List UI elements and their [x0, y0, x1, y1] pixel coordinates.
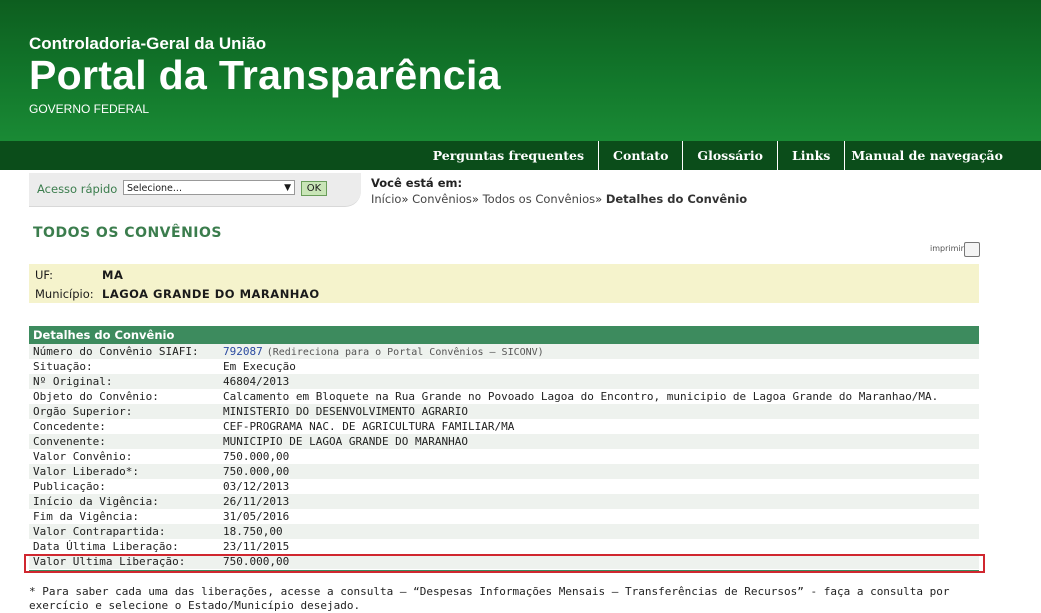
- table-row: Situação: Em Execução: [29, 359, 979, 374]
- table-row: Valor Convênio: 750.000,00: [29, 449, 979, 464]
- table-row: Publicação: 03/12/2013: [29, 479, 979, 494]
- detail-value: Calcamento em Bloquete na Rua Grande no …: [223, 390, 939, 403]
- table-row: Início da Vigência: 26/11/2013: [29, 494, 979, 509]
- breadcrumb-item-todos[interactable]: Todos os Convênios: [483, 192, 596, 206]
- nav-links[interactable]: Links: [777, 141, 844, 170]
- detail-label: Orgão Superior:: [33, 405, 133, 418]
- print-link[interactable]: imprimir: [930, 242, 980, 257]
- nav-contact[interactable]: Contato: [598, 141, 682, 170]
- quick-access-panel: Acesso rápido Selecione... ▼ OK: [29, 173, 361, 207]
- detail-value: 750.000,00: [223, 450, 290, 463]
- detail-value: 31/05/2016: [223, 510, 290, 523]
- detail-label: Valor Contrapartida:: [33, 525, 166, 538]
- detail-value: 03/12/2013: [223, 480, 290, 493]
- location-box: UF: MA Município: LAGOA GRANDE DO MARANHAO: [29, 264, 979, 303]
- nav-glossary[interactable]: Glossário: [682, 141, 777, 170]
- table-row: Nº Original: 46804/2013: [29, 374, 979, 389]
- detail-label: Objeto do Convênio:: [33, 390, 159, 403]
- details-header: Detalhes do Convênio: [29, 326, 979, 344]
- detail-value: 46804/2013: [223, 375, 290, 388]
- detail-label: Convenente:: [33, 435, 106, 448]
- detail-value: 792087 (Redireciona para o Portal Convêni…: [223, 344, 544, 359]
- detail-value: CEF-PROGRAMA NAC. DE AGRICULTURA FAMILIA…: [223, 420, 515, 433]
- org-name: Controladoria-Geral da União: [29, 34, 267, 53]
- uf-value: MA: [102, 268, 124, 282]
- breadcrumb-current: Detalhes do Convênio: [605, 192, 748, 206]
- table-row: Data Última Liberação: 23/11/2015: [29, 539, 979, 554]
- dropdown-arrow-icon: ▼: [284, 183, 291, 193]
- detail-label: Valor Liberado*:: [33, 465, 139, 478]
- top-nav: Perguntas frequentes Contato Glossário L…: [0, 141, 1041, 170]
- breadcrumb: Você está em: Início» Convênios» Todos o…: [371, 176, 748, 206]
- table-row: Concedente: CEF-PROGRAMA NAC. DE AGRICULT…: [29, 419, 979, 434]
- convenio-number-link[interactable]: 792087: [223, 345, 263, 358]
- table-row: Fim da Vigência: 31/05/2016: [29, 509, 979, 524]
- table-row: Valor Liberado*: 750.000,00: [29, 464, 979, 479]
- table-row: Objeto do Convênio: Calcamento em Bloquet…: [29, 389, 979, 404]
- site-header: Controladoria-Geral da União Portal da T…: [0, 0, 1041, 141]
- detail-label: Situação:: [33, 360, 93, 373]
- gov-label: GOVERNO FEDERAL: [29, 102, 150, 116]
- page-title: TODOS OS CONVÊNIOS: [33, 225, 222, 241]
- footnote: * Para saber cada uma das liberações, ac…: [29, 585, 950, 612]
- quick-access-label: Acesso rápido: [37, 182, 118, 196]
- breadcrumb-item-convenios[interactable]: Convênios: [412, 192, 472, 206]
- redirect-note: (Redireciona para o Portal Convênios – S…: [266, 347, 544, 358]
- municipio-label: Município:: [35, 287, 94, 301]
- detail-label: Número do Convênio SIAFI:: [33, 345, 199, 358]
- nav-manual[interactable]: Manual de navegação: [844, 141, 1003, 170]
- portal-title[interactable]: Portal da Transparência: [29, 52, 501, 99]
- municipio-value: LAGOA GRANDE DO MARANHAO: [102, 287, 320, 301]
- quick-access-select-value: Selecione...: [127, 183, 182, 194]
- detail-value: 26/11/2013: [223, 495, 290, 508]
- table-row: Valor Contrapartida: 18.750,00: [29, 524, 979, 539]
- print-label: imprimir: [930, 244, 964, 253]
- detail-label: Valor Convênio:: [33, 450, 133, 463]
- detail-value: 23/11/2015: [223, 540, 290, 553]
- details-table: Detalhes do Convênio Número do Convênio …: [29, 326, 979, 572]
- detail-value: 750.000,00: [223, 465, 290, 478]
- breadcrumb-label: Você está em:: [371, 176, 463, 190]
- detail-label: Fim da Vigência:: [33, 510, 139, 523]
- table-row: Orgão Superior: MINISTERIO DO DESENVOLVIM…: [29, 404, 979, 419]
- detail-label: Início da Vigência:: [33, 495, 159, 508]
- detail-value: 18.750,00: [223, 525, 283, 538]
- detail-value: MUNICIPIO DE LAGOA GRANDE DO MARANHAO: [223, 435, 469, 448]
- detail-value: Em Execução: [223, 360, 296, 373]
- highlight-box: [24, 554, 985, 573]
- table-row: Número do Convênio SIAFI: 792087 (Redireci…: [29, 344, 979, 359]
- breadcrumb-item-home[interactable]: Início: [371, 192, 401, 206]
- table-row: Convenente: MUNICIPIO DE LAGOA GRANDE DO …: [29, 434, 979, 449]
- printer-icon[interactable]: [964, 242, 980, 257]
- uf-label: UF:: [35, 268, 54, 282]
- detail-label: Concedente:: [33, 420, 106, 433]
- detail-value: MINISTERIO DO DESENVOLVIMENTO AGRARIO: [223, 405, 469, 418]
- quick-access-select[interactable]: Selecione... ▼: [123, 180, 295, 195]
- quick-access-ok-button[interactable]: OK: [301, 181, 327, 196]
- detail-label: Nº Original:: [33, 375, 113, 388]
- detail-label: Data Última Liberação:: [33, 540, 179, 553]
- nav-faq[interactable]: Perguntas frequentes: [419, 141, 598, 170]
- detail-label: Publicação:: [33, 480, 106, 493]
